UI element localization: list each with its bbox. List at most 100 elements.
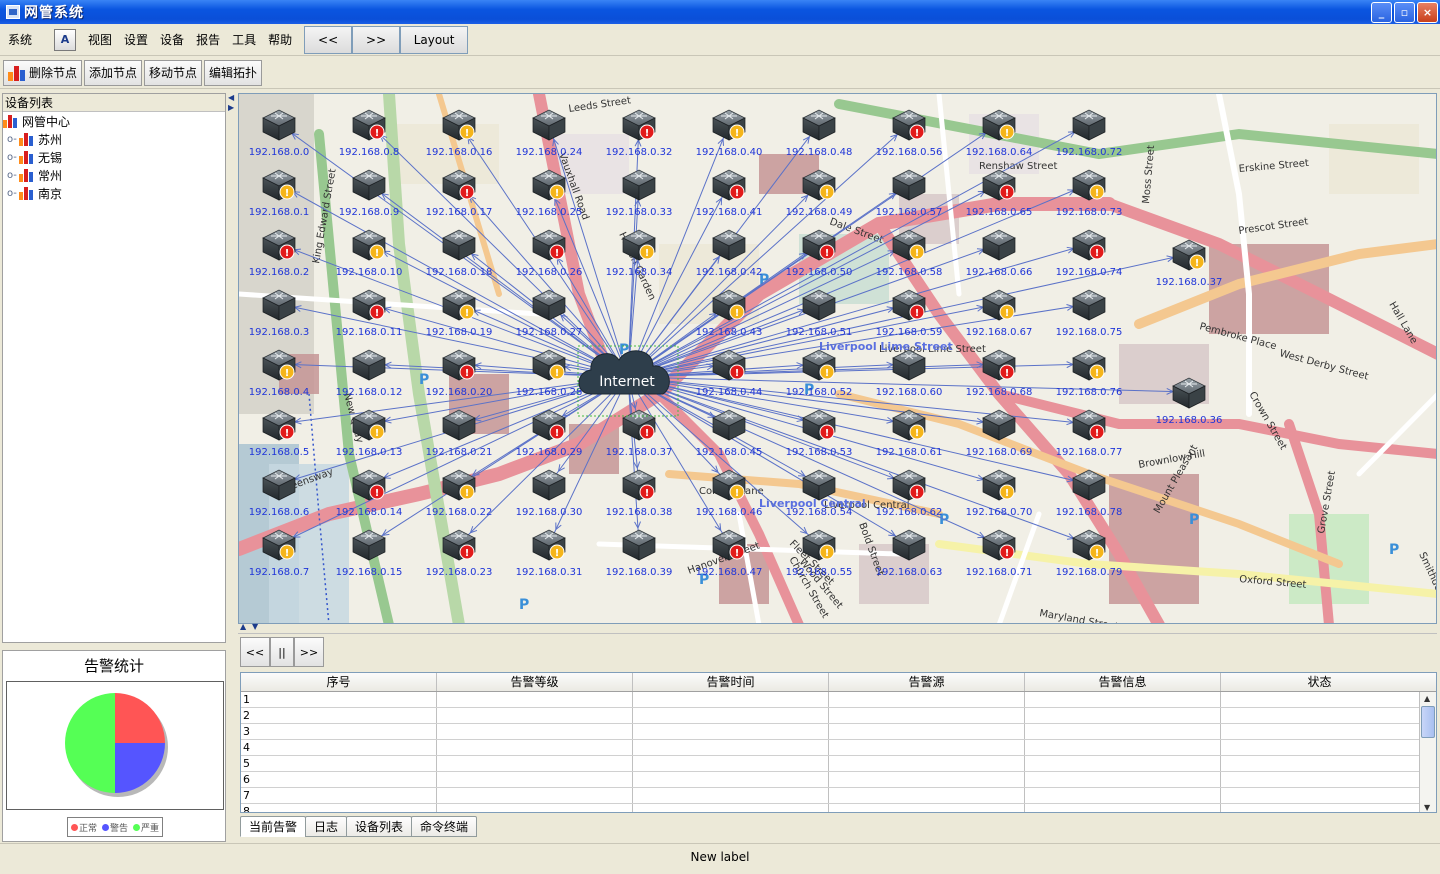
divider-down-icon[interactable]: ▼ bbox=[252, 622, 258, 631]
column-header[interactable]: 告警时间 bbox=[633, 673, 829, 691]
menu-report[interactable]: 报告 bbox=[190, 30, 226, 50]
folder-chart-icon bbox=[19, 132, 35, 146]
table-cell: 2 bbox=[241, 708, 437, 723]
device-ip-label: 192.168.0.63 bbox=[876, 567, 943, 578]
alarm-table: 序号 告警等级 告警时间 告警源 告警信息 状态 12345678 ▲ ▼ bbox=[240, 672, 1437, 813]
menu-settings[interactable]: 设置 bbox=[118, 30, 154, 50]
column-header[interactable]: 告警等级 bbox=[437, 673, 633, 691]
device-list-title: 设备列表 bbox=[3, 94, 225, 112]
column-header[interactable]: 告警信息 bbox=[1025, 673, 1221, 691]
table-cell bbox=[829, 724, 1025, 739]
map-svg[interactable]: Leeds StreetErskine StreetPrescot Street… bbox=[239, 94, 1437, 624]
menu-device[interactable]: 设备 bbox=[154, 30, 190, 50]
tree-node[interactable]: o- 常州 bbox=[3, 166, 225, 184]
table-row[interactable]: 2 bbox=[241, 708, 1436, 724]
table-row[interactable]: 5 bbox=[241, 756, 1436, 772]
menu-system[interactable]: 系统 bbox=[2, 30, 38, 50]
column-header[interactable]: 告警源 bbox=[829, 673, 1025, 691]
bottom-tab[interactable]: 日志 bbox=[305, 816, 348, 837]
font-button[interactable]: A bbox=[54, 28, 77, 51]
device-ip-label: 192.168.0.7 bbox=[249, 567, 309, 578]
legend-item: 正常 bbox=[71, 821, 97, 834]
column-header[interactable]: 序号 bbox=[241, 673, 437, 691]
table-row[interactable]: 3 bbox=[241, 724, 1436, 740]
scroll-thumb[interactable] bbox=[1421, 706, 1435, 738]
expand-icon[interactable]: o- bbox=[7, 134, 17, 145]
topology-map[interactable]: Leeds Street Erskine Street Prescot Street… bbox=[238, 93, 1437, 624]
map-divider[interactable]: ▲ ▼ bbox=[238, 622, 1437, 634]
table-row[interactable]: 6 bbox=[241, 772, 1436, 788]
table-cell bbox=[1025, 772, 1221, 787]
device-ip-label: 192.168.0.19 bbox=[426, 327, 493, 338]
minimize-button[interactable]: _ bbox=[1371, 2, 1392, 23]
badge-mark: ! bbox=[825, 188, 830, 199]
device-ip-label: 192.168.0.17 bbox=[426, 207, 493, 218]
device-ip-label: 192.168.0.45 bbox=[696, 447, 763, 458]
delete-node-button[interactable]: 删除节点 bbox=[3, 59, 83, 86]
chart-icon bbox=[8, 65, 26, 81]
device-ip-label: 192.168.0.58 bbox=[876, 267, 943, 278]
table-row[interactable]: 8 bbox=[241, 804, 1436, 812]
table-scrollbar[interactable]: ▲ ▼ bbox=[1419, 692, 1436, 812]
badge-mark: ! bbox=[825, 368, 830, 379]
move-node-button[interactable]: 移动节点 bbox=[144, 59, 203, 86]
menu-tools[interactable]: 工具 bbox=[226, 30, 262, 50]
badge-mark: ! bbox=[1005, 308, 1010, 319]
device-ip-label: 192.168.0.14 bbox=[336, 507, 403, 518]
playback-pause-button[interactable]: || bbox=[270, 637, 294, 667]
expand-icon[interactable]: o- bbox=[7, 152, 17, 163]
maximize-button[interactable]: ▫ bbox=[1394, 2, 1415, 23]
menu-view[interactable]: 视图 bbox=[82, 30, 118, 50]
menu-help[interactable]: 帮助 bbox=[262, 30, 298, 50]
expand-icon[interactable]: o- bbox=[7, 188, 17, 199]
playback-prev-button[interactable]: << bbox=[240, 637, 270, 667]
tree-root[interactable]: 网管中心 bbox=[3, 112, 225, 130]
nav-prev-button[interactable]: << bbox=[304, 25, 353, 54]
close-button[interactable]: × bbox=[1417, 2, 1438, 23]
expand-icon[interactable]: o- bbox=[7, 170, 17, 181]
add-node-button[interactable]: 添加节点 bbox=[84, 59, 143, 86]
expand-arrow-icon[interactable]: ▶ bbox=[228, 103, 234, 112]
edit-topology-label: 编辑拓扑 bbox=[209, 66, 258, 80]
device-ip-label: 192.168.0.8 bbox=[339, 147, 399, 158]
table-row[interactable]: 7 bbox=[241, 788, 1436, 804]
split-handle[interactable]: ◀ ▶ bbox=[227, 93, 237, 843]
bottom-tab[interactable]: 设备列表 bbox=[346, 816, 413, 837]
device-ip-label: 192.168.0.22 bbox=[426, 507, 493, 518]
table-cell bbox=[1221, 708, 1418, 723]
divider-up-icon[interactable]: ▲ bbox=[240, 622, 246, 631]
table-row[interactable]: 1 bbox=[241, 692, 1436, 708]
bottom-tab[interactable]: 命令终端 bbox=[411, 816, 478, 837]
badge-mark: ! bbox=[825, 548, 830, 559]
edit-topology-button[interactable]: 编辑拓扑 bbox=[204, 59, 263, 86]
table-cell bbox=[633, 756, 829, 771]
layout-button[interactable]: Layout bbox=[400, 25, 469, 54]
parking-icon: P bbox=[1389, 542, 1399, 558]
scroll-up-icon[interactable]: ▲ bbox=[1424, 694, 1430, 703]
device-ip-label: 192.168.0.53 bbox=[786, 447, 853, 458]
parking-icon: P bbox=[419, 372, 429, 388]
scroll-down-icon[interactable]: ▼ bbox=[1424, 803, 1430, 812]
nav-next-button[interactable]: >> bbox=[352, 25, 401, 54]
toolbar: 删除节点 添加节点 移动节点 编辑拓扑 bbox=[0, 57, 1440, 89]
legend-swatch bbox=[71, 823, 78, 831]
bottom-tab[interactable]: 当前告警 bbox=[240, 816, 307, 837]
tree-node[interactable]: o- 苏州 bbox=[3, 130, 225, 148]
device-list-panel: 设备列表 网管中心 o- 苏州 o- 无锡 o- 常州 o- 南京 bbox=[2, 93, 226, 643]
badge-mark: ! bbox=[645, 488, 650, 499]
column-header[interactable]: 状态 bbox=[1221, 673, 1418, 691]
device-ip-label: 192.168.0.71 bbox=[966, 567, 1033, 578]
device-ip-label: 192.168.0.59 bbox=[876, 327, 943, 338]
device-ip-label: 192.168.0.21 bbox=[426, 447, 493, 458]
tree-node[interactable]: o- 南京 bbox=[3, 184, 225, 202]
tree-node[interactable]: o- 无锡 bbox=[3, 148, 225, 166]
device-ip-label: 192.168.0.11 bbox=[336, 327, 403, 338]
folder-chart-icon bbox=[19, 168, 35, 182]
badge-mark: ! bbox=[1005, 548, 1010, 559]
legend-label: 严重 bbox=[141, 823, 160, 834]
table-row[interactable]: 4 bbox=[241, 740, 1436, 756]
collapse-arrow-icon[interactable]: ◀ bbox=[228, 93, 234, 102]
device-ip-label: 192.168.0.79 bbox=[1056, 567, 1123, 578]
playback-next-button[interactable]: >> bbox=[294, 637, 324, 667]
table-cell: 1 bbox=[241, 692, 437, 707]
